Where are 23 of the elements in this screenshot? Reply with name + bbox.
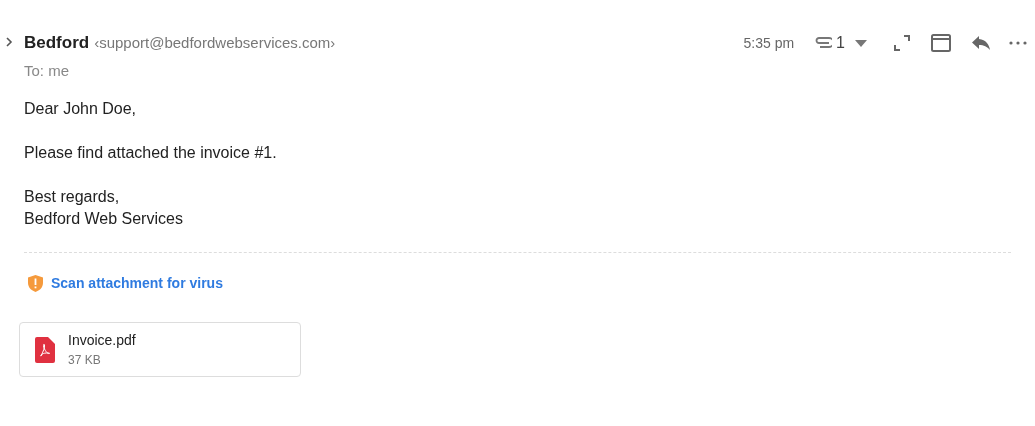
attachment-card[interactable]: Invoice.pdf 37 KB (19, 322, 301, 377)
time-label: 5:35 pm (743, 33, 795, 53)
shield-warning-icon (28, 275, 43, 292)
caret-icon (855, 39, 867, 47)
scan-link[interactable]: Scan attachment for virus (51, 273, 223, 294)
message-text: Dear John Doe, (24, 99, 138, 119)
message-text: Please find attached the invoice #1. (24, 143, 278, 163)
sender-name: Bedford (24, 32, 90, 54)
pdf-file-icon (35, 336, 55, 363)
window-icon[interactable] (931, 34, 951, 52)
expand-icon[interactable] (893, 34, 911, 52)
attachment-count: 1 (836, 33, 845, 53)
sender-email: ‹support@bedfordwebservices.com› (94, 33, 336, 53)
paperclip-icon (814, 37, 833, 49)
file-name: Invoice.pdf (68, 331, 136, 350)
chevron-right-icon[interactable] (4, 36, 14, 48)
attachment-menu[interactable]: 1 (814, 31, 867, 55)
message-text: Best regards, (24, 187, 121, 207)
file-size: 37 KB (68, 352, 102, 369)
message-text: Bedford Web Services (24, 209, 184, 229)
more-icon[interactable] (1009, 41, 1027, 45)
reply-icon[interactable] (971, 35, 991, 51)
recipient-label: To: me (24, 60, 70, 81)
